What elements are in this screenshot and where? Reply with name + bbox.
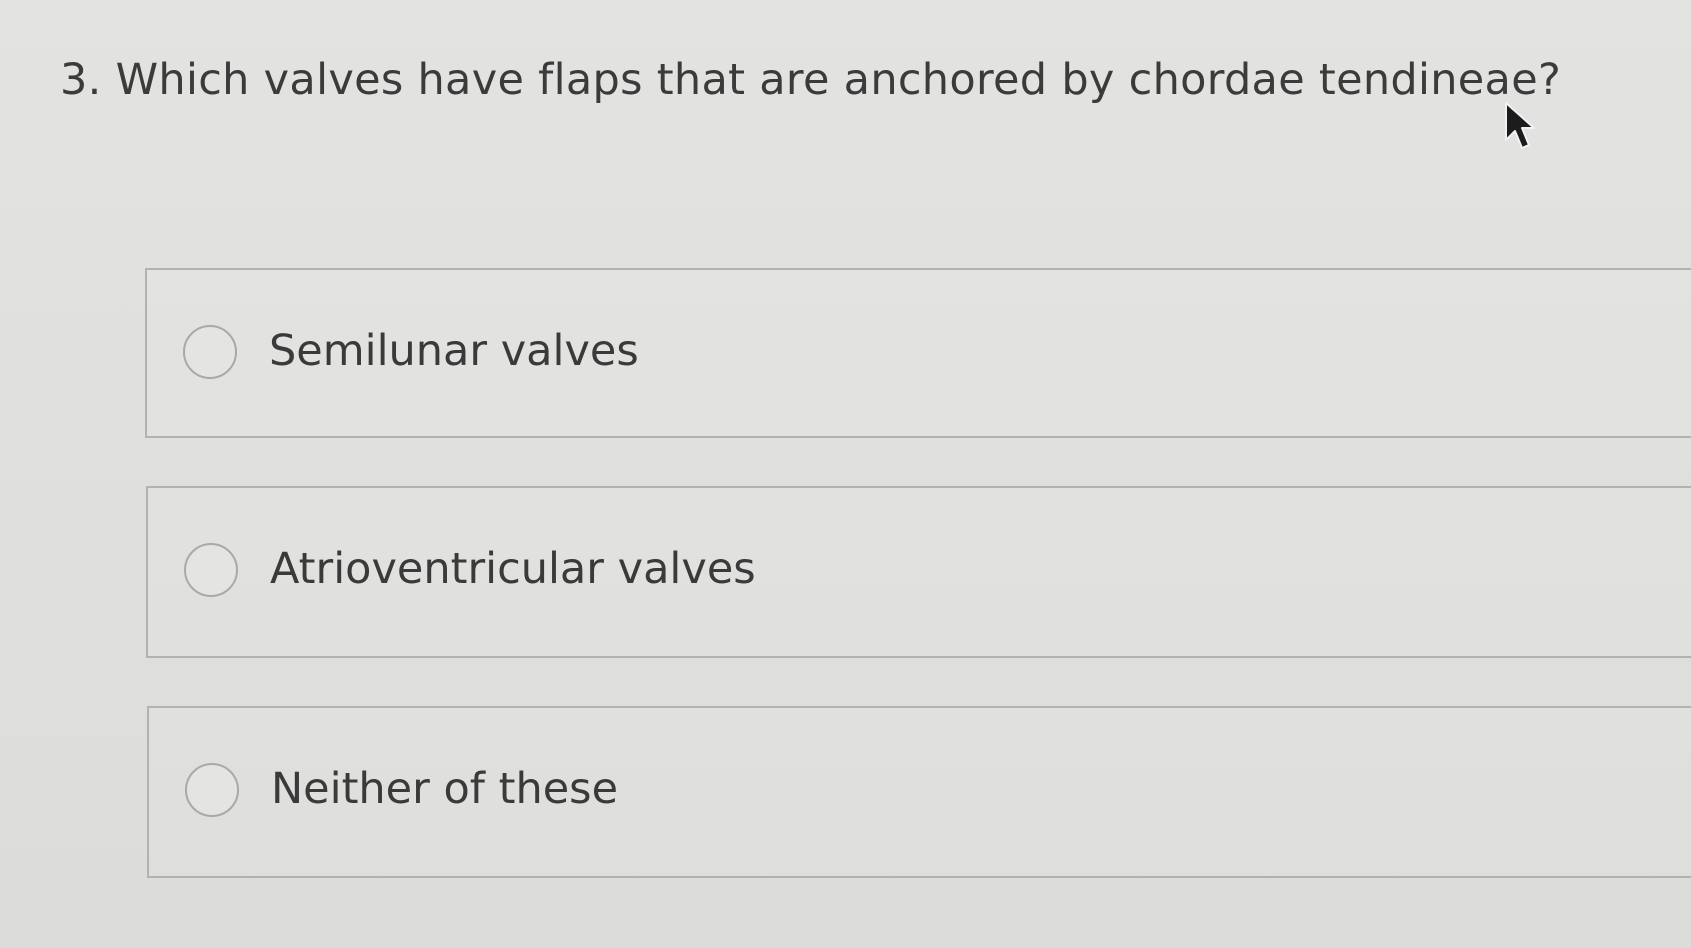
option-atrioventricular-valves[interactable]: Atrioventricular valves (146, 486, 1691, 658)
option-label: Atrioventricular valves (270, 544, 756, 594)
radio-button-icon[interactable] (183, 325, 237, 379)
radio-button-icon[interactable] (184, 543, 238, 597)
question-text: 3. Which valves have flaps that are anch… (60, 55, 1562, 105)
option-label: Semilunar valves (269, 326, 639, 376)
radio-button-icon[interactable] (185, 763, 239, 817)
option-neither-of-these[interactable]: Neither of these (147, 706, 1691, 878)
option-semilunar-valves[interactable]: Semilunar valves (145, 268, 1691, 438)
option-label: Neither of these (271, 764, 619, 814)
answer-options: Semilunar valves Atrioventricular valves… (145, 268, 1691, 926)
mouse-pointer-icon (1505, 102, 1535, 149)
